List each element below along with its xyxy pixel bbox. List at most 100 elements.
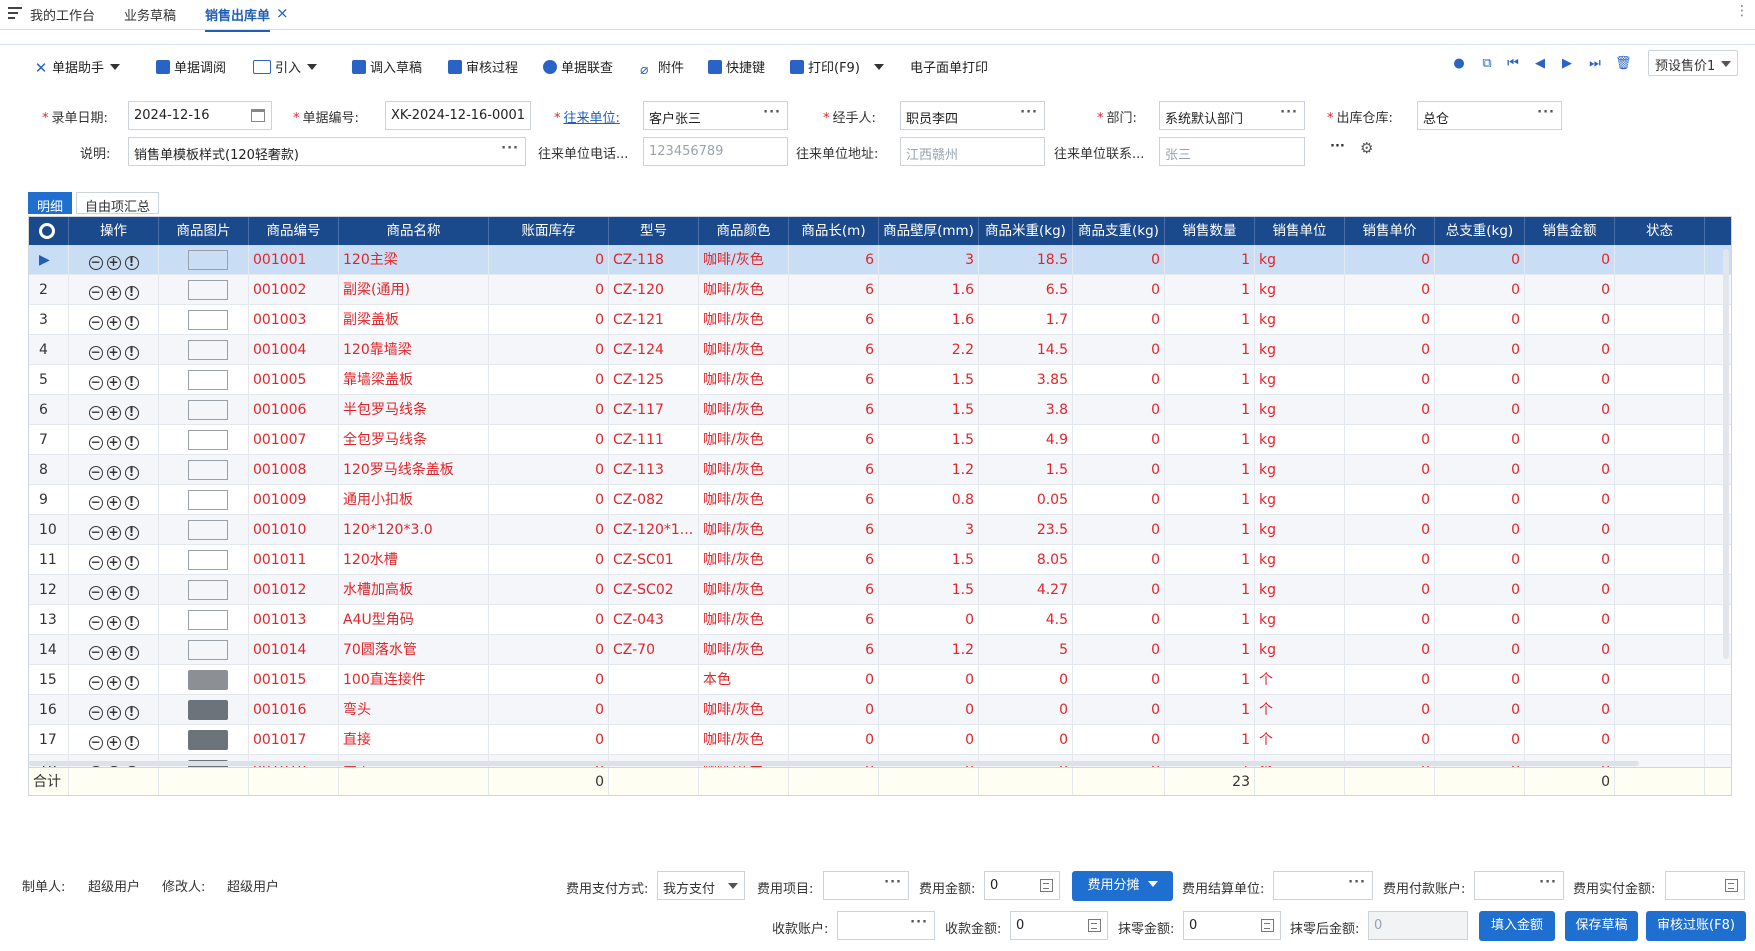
table-row[interactable]: 7− +! 001007 全包罗马线条 0 CZ-111 咖啡/灰色 6 1.5 4.9 0 1 kg 0… <box>29 425 1731 455</box>
bill-no-field[interactable]: XK-2024-12-16-0001 <box>385 101 531 130</box>
more-icon[interactable]: ··· <box>763 105 781 120</box>
remove-icon[interactable]: − <box>88 706 103 720</box>
calculator-icon[interactable] <box>1040 879 1053 892</box>
grid-header-cell[interactable]: 销售金额 <box>1525 217 1615 245</box>
add-icon[interactable]: + <box>106 676 121 690</box>
grid-header-cell[interactable]: 销售单位 <box>1255 217 1345 245</box>
info-icon[interactable]: ! <box>124 586 139 600</box>
grid-header-cell[interactable]: 状态 <box>1615 217 1705 245</box>
product-thumbnail[interactable] <box>188 280 228 300</box>
save-draft-button[interactable]: 保存草稿 <box>1565 911 1638 941</box>
grid-header-cell[interactable]: 商品米重(kg) <box>979 217 1073 245</box>
grid-header-cell[interactable]: 商品图片 <box>159 217 249 245</box>
info-icon[interactable]: ! <box>124 526 139 540</box>
table-row[interactable]: 15− +! 001015 100直连接件 0 本色 0 0 0 0 1 个 0 0 0 <box>29 665 1731 695</box>
info-icon[interactable]: ! <box>124 496 139 510</box>
tab-drafts[interactable]: 业务草稿 <box>124 5 176 24</box>
remove-icon[interactable]: − <box>88 286 103 300</box>
info-icon[interactable]: ! <box>124 286 139 300</box>
add-icon[interactable]: + <box>106 286 121 300</box>
grid-header-cell[interactable]: 销售数量 <box>1165 217 1255 245</box>
product-thumbnail[interactable] <box>188 340 228 360</box>
grid-header-cell[interactable]: 销售单价 <box>1345 217 1435 245</box>
grid-header-cell[interactable]: 商品颜色 <box>699 217 789 245</box>
info-icon[interactable]: ! <box>124 406 139 420</box>
tab-workbench[interactable]: 我的工作台 <box>30 5 95 24</box>
copy-icon[interactable]: ⧉ <box>1480 57 1494 71</box>
remove-icon[interactable]: − <box>88 376 103 390</box>
prev-page-icon[interactable]: ◀ <box>1533 57 1547 71</box>
table-row[interactable]: 13− +! 001013 A4U型角码 0 CZ-043 咖啡/灰色 6 0 4.5 0 1 kg 0 0… <box>29 605 1731 635</box>
shortcut-button[interactable]: 快捷键 <box>708 57 765 76</box>
table-row[interactable]: 14− +! 001014 70圆落水管 0 CZ-70 咖啡/灰色 6 1.2 5 0 1 kg 0 0 0 <box>29 635 1731 665</box>
more-icon[interactable]: ··· <box>501 141 519 156</box>
remove-icon[interactable]: − <box>88 586 103 600</box>
more-icon[interactable]: ··· <box>884 875 902 890</box>
remove-icon[interactable]: − <box>88 616 103 630</box>
info-icon[interactable]: ! <box>124 676 139 690</box>
partner-field[interactable]: 客户张三 ··· <box>643 101 788 130</box>
remove-icon[interactable]: − <box>88 526 103 540</box>
remove-icon[interactable]: − <box>88 316 103 330</box>
product-thumbnail[interactable] <box>188 670 228 690</box>
table-row[interactable]: 11− +! 001011 120水槽 0 CZ-SC01 咖啡/灰色 6 1.5 8.05 0 1 k… <box>29 545 1731 575</box>
info-icon[interactable]: ! <box>124 466 139 480</box>
remove-icon[interactable]: − <box>88 406 103 420</box>
adjust-button[interactable]: 单据调阅 <box>156 57 226 76</box>
grid-header-cell[interactable] <box>29 217 69 245</box>
add-icon[interactable]: + <box>106 256 121 270</box>
receive-account-field[interactable]: ··· <box>837 911 935 940</box>
attachment-button[interactable]: ⌀ 附件 <box>640 57 684 77</box>
date-field[interactable]: 2024-12-16 <box>128 101 272 130</box>
product-thumbnail[interactable] <box>188 370 228 390</box>
grid-header-cell[interactable]: 账面库存 <box>489 217 609 245</box>
more-icon[interactable]: ··· <box>1020 105 1038 120</box>
tab-free-summary[interactable]: 自由项汇总 <box>76 192 160 215</box>
pay-account-field[interactable]: ··· <box>1474 871 1564 900</box>
product-thumbnail[interactable] <box>188 250 228 270</box>
product-thumbnail[interactable] <box>188 640 228 660</box>
table-row[interactable]: 3− +! 001003 副梁盖板 0 CZ-121 咖啡/灰色 6 1.6 1.7 0 1 kg 0 0 0 <box>29 305 1731 335</box>
more-icon[interactable]: ··· <box>1280 105 1298 120</box>
audit-process-button[interactable]: 审核过程 <box>448 57 518 76</box>
table-row[interactable]: 17− +! 001017 直接 0 咖啡/灰色 0 0 0 0 1 个 0 0 0 <box>29 725 1731 755</box>
more-icon[interactable]: ··· <box>1539 875 1557 890</box>
note-field[interactable]: 销售单模板样式(120轻奢款) ··· <box>128 137 526 166</box>
horizontal-scrollbar[interactable] <box>29 761 1639 766</box>
fee-split-button[interactable]: 费用分摊 <box>1072 871 1173 901</box>
settings-icon[interactable]: ⚙ <box>1360 139 1373 157</box>
user-icon[interactable]: ● <box>1452 57 1466 71</box>
table-row[interactable]: 6− +! 001006 半包罗马线条 0 CZ-117 咖啡/灰色 6 1.5 3.8 0 1 kg 0… <box>29 395 1731 425</box>
more-icon[interactable]: ··· <box>1348 875 1366 890</box>
info-icon[interactable]: ! <box>124 706 139 720</box>
calculator-icon[interactable] <box>1725 879 1738 892</box>
tab-sales-outbound[interactable]: 销售出库单 <box>205 5 271 32</box>
add-icon[interactable]: + <box>106 526 121 540</box>
table-row[interactable]: 5− +! 001005 靠墙梁盖板 0 CZ-125 咖啡/灰色 6 1.5 3.85 0 1 kg 0… <box>29 365 1731 395</box>
remove-icon[interactable]: − <box>88 646 103 660</box>
table-row[interactable]: 8− +! 001008 120罗马线条盖板 0 CZ-113 咖啡/灰色 6 1.2 1.5 0 1… <box>29 455 1731 485</box>
product-thumbnail[interactable] <box>188 700 228 720</box>
product-thumbnail[interactable] <box>188 580 228 600</box>
product-thumbnail[interactable] <box>188 550 228 570</box>
remove-icon[interactable]: − <box>88 256 103 270</box>
product-thumbnail[interactable] <box>188 610 228 630</box>
info-icon[interactable]: ! <box>124 376 139 390</box>
tab-detail[interactable]: 明细 <box>28 192 73 215</box>
warehouse-field[interactable]: 总仓 ··· <box>1417 101 1562 130</box>
table-row[interactable]: 16− +! 001016 弯头 0 咖啡/灰色 0 0 0 0 1 个 0 0 0 <box>29 695 1731 725</box>
grid-header-cell[interactable]: 商品支重(kg) <box>1073 217 1165 245</box>
delete-icon[interactable]: 🗑 <box>1615 57 1632 71</box>
grid-header-cell[interactable]: 商品名称 <box>339 217 489 245</box>
after-wipe-field[interactable]: 0 <box>1368 911 1468 940</box>
e-print-button[interactable]: 电子面单打印 <box>910 57 988 76</box>
grid-header-cell[interactable]: 操作 <box>69 217 159 245</box>
product-thumbnail[interactable] <box>188 400 228 420</box>
last-page-icon[interactable]: ⏭ <box>1588 57 1602 71</box>
assistant-button[interactable]: ✕ 单据助手 <box>34 57 121 76</box>
add-icon[interactable]: + <box>106 346 121 360</box>
product-thumbnail[interactable] <box>188 430 228 450</box>
remove-icon[interactable]: − <box>88 436 103 450</box>
vertical-scrollbar[interactable] <box>1723 249 1729 659</box>
info-icon[interactable]: ! <box>124 736 139 750</box>
